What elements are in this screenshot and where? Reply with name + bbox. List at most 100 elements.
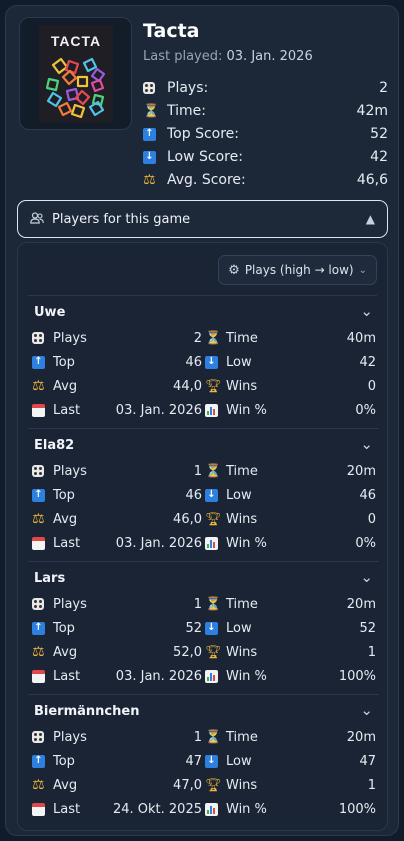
arrow-up-icon: ↑ bbox=[32, 621, 45, 635]
dice-icon bbox=[32, 598, 44, 610]
stat-value: 42 bbox=[370, 149, 388, 165]
player-wins: 🏆︎ Wins 1 bbox=[205, 776, 376, 794]
player-top: ↑ Top 46 bbox=[32, 486, 202, 504]
time-value: 20m bbox=[346, 596, 376, 612]
last-label: Last bbox=[53, 801, 81, 817]
trophy-icon: 🏆︎ bbox=[205, 644, 222, 660]
stat-value: 2 bbox=[379, 80, 388, 96]
scales-icon: ⚖ bbox=[32, 644, 45, 660]
chevron-down-icon[interactable]: ⌄ bbox=[360, 568, 373, 586]
last-value: 03. Jan. 2026 bbox=[115, 535, 202, 551]
player-low: ↓ Low 52 bbox=[205, 619, 376, 637]
box-art: TACTA bbox=[39, 25, 113, 123]
player-entry: Biermännchen ⌄ Plays 1 ⏳ Time 20m ↑ Top … bbox=[28, 695, 379, 828]
player-win-pct: Win % 0% bbox=[205, 534, 376, 552]
top-value: 46 bbox=[185, 487, 202, 503]
player-entry: Ela82 ⌄ Plays 1 ⏳ Time 20m ↑ Top 46 ↓ Lo… bbox=[28, 429, 379, 562]
last-value: 03. Jan. 2026 bbox=[115, 402, 202, 418]
top-label: Top bbox=[53, 354, 75, 370]
calendar-icon bbox=[32, 802, 45, 816]
low-value: 46 bbox=[359, 487, 376, 503]
player-time: ⏳ Time 20m bbox=[205, 728, 376, 746]
top-value: 46 bbox=[185, 354, 202, 370]
player-entry: Lars ⌄ Plays 1 ⏳ Time 20m ↑ Top 52 ↓ Low… bbox=[28, 562, 379, 695]
player-avg: ⚖ Avg 44,0 bbox=[32, 377, 202, 395]
low-value: 47 bbox=[359, 753, 376, 769]
arrow-down-icon: ↓ bbox=[205, 355, 218, 369]
time-value: 20m bbox=[346, 729, 376, 745]
arrow-up-icon: ↑ bbox=[143, 127, 156, 141]
top-label: Top bbox=[53, 487, 75, 503]
win-pct-value: 100% bbox=[338, 668, 376, 684]
player-name: Ela82 bbox=[34, 438, 75, 453]
player-name: Lars bbox=[34, 571, 66, 586]
player-plays: Plays 1 bbox=[32, 595, 202, 613]
player-top: ↑ Top 47 bbox=[32, 752, 202, 770]
low-label: Low bbox=[226, 487, 252, 503]
wins-value: 0 bbox=[367, 511, 376, 527]
player-time: ⏳ Time 20m bbox=[205, 462, 376, 480]
scales-icon: ⚖ bbox=[143, 172, 156, 188]
plays-value: 2 bbox=[193, 330, 202, 346]
player-entry: Uwe ⌄ Plays 2 ⏳ Time 40m ↑ Top 46 ↓ Low … bbox=[28, 296, 379, 429]
stat-value: 42m bbox=[356, 103, 388, 119]
calendar-icon bbox=[32, 536, 45, 550]
last-value: 03. Jan. 2026 bbox=[115, 668, 202, 684]
player-avg: ⚖ Avg 46,0 bbox=[32, 510, 202, 528]
player-last: Last 03. Jan. 2026 bbox=[32, 667, 202, 685]
avg-value: 52,0 bbox=[173, 644, 202, 660]
player-win-pct: Win % 100% bbox=[205, 800, 376, 818]
top-value: 52 bbox=[185, 620, 202, 636]
game-cover-image[interactable]: TACTA bbox=[19, 17, 132, 130]
player-time: ⏳ Time 40m bbox=[205, 329, 376, 347]
arrow-down-icon: ↓ bbox=[205, 754, 218, 768]
arrow-up-icon: ↑ bbox=[32, 754, 45, 768]
player-low: ↓ Low 47 bbox=[205, 752, 376, 770]
avg-value: 44,0 bbox=[173, 378, 202, 394]
trophy-icon: 🏆︎ bbox=[205, 378, 222, 394]
player-top: ↑ Top 46 bbox=[32, 353, 202, 371]
player-name: Uwe bbox=[34, 305, 66, 320]
stat-value: 52 bbox=[370, 126, 388, 142]
time-label: Time bbox=[226, 729, 258, 745]
caret-up-icon: ▲ bbox=[365, 212, 375, 226]
chevron-down-icon[interactable]: ⌄ bbox=[360, 435, 373, 453]
player-plays: Plays 1 bbox=[32, 462, 202, 480]
low-value: 42 bbox=[359, 354, 376, 370]
players-toggle-label: Players for this game bbox=[52, 211, 191, 227]
player-low: ↓ Low 42 bbox=[205, 353, 376, 371]
low-label: Low bbox=[226, 354, 252, 370]
arrow-up-icon: ↑ bbox=[32, 488, 45, 502]
arrow-up-icon: ↑ bbox=[32, 355, 45, 369]
players-toggle-button[interactable]: Players for this game ▲ bbox=[17, 200, 388, 238]
player-last: Last 03. Jan. 2026 bbox=[32, 534, 202, 552]
chevron-down-icon[interactable]: ⌄ bbox=[360, 701, 373, 719]
scales-icon: ⚖ bbox=[32, 777, 45, 793]
dice-icon bbox=[32, 731, 44, 743]
player-wins: 🏆︎ Wins 1 bbox=[205, 643, 376, 661]
stat-label: Avg. Score: bbox=[167, 172, 246, 188]
sort-dropdown[interactable]: ⚙ Plays (high → low) ⌄ bbox=[218, 255, 377, 285]
sort-label: Plays (high → low) bbox=[244, 263, 354, 277]
top-label: Top bbox=[53, 753, 75, 769]
scales-icon: ⚖ bbox=[32, 378, 45, 394]
player-plays: Plays 1 bbox=[32, 728, 202, 746]
chevron-down-icon[interactable]: ⌄ bbox=[360, 302, 373, 320]
players-panel: ⚙ Plays (high → low) ⌄ Uwe ⌄ Plays 2 ⏳ T… bbox=[17, 242, 388, 831]
cover-pattern bbox=[45, 57, 106, 119]
stat-label: Time: bbox=[167, 103, 206, 119]
player-top: ↑ Top 52 bbox=[32, 619, 202, 637]
time-value: 40m bbox=[346, 330, 376, 346]
stat-top-score: ↑ Top Score: 52 bbox=[143, 124, 388, 144]
win-pct-value: 0% bbox=[355, 535, 376, 551]
win-pct-label: Win % bbox=[226, 402, 267, 418]
dice-icon bbox=[32, 332, 44, 344]
player-avg: ⚖ Avg 52,0 bbox=[32, 643, 202, 661]
wins-value: 1 bbox=[367, 644, 376, 660]
trophy-icon: 🏆︎ bbox=[205, 777, 222, 793]
stat-plays: Plays: 2 bbox=[143, 78, 388, 98]
player-avg: ⚖ Avg 47,0 bbox=[32, 776, 202, 794]
bar-chart-icon bbox=[205, 403, 218, 417]
wins-label: Wins bbox=[226, 644, 258, 660]
wins-label: Wins bbox=[226, 378, 258, 394]
